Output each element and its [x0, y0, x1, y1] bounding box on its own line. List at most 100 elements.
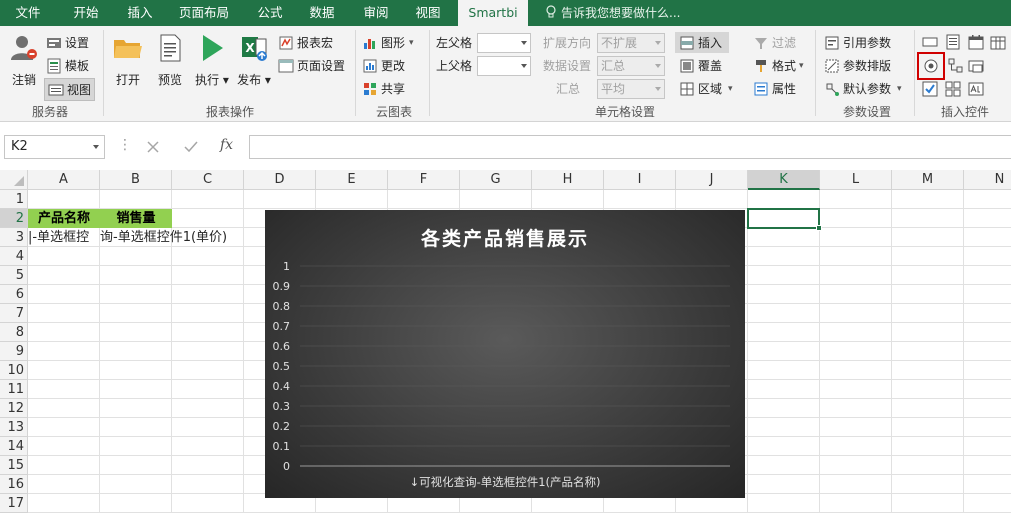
tab-home[interactable]: 开始 — [62, 0, 110, 26]
checkbox-control-icon[interactable] — [922, 81, 938, 97]
column-header-G[interactable]: G — [460, 170, 532, 190]
row-header-11[interactable]: 11 — [0, 380, 28, 399]
selected-cell-K2[interactable] — [747, 208, 822, 231]
logout-button[interactable]: 注销 — [6, 32, 42, 88]
preview-button[interactable]: 预览 — [152, 32, 188, 88]
row-header-3[interactable]: 3 — [0, 228, 28, 247]
column-header-I[interactable]: I — [604, 170, 676, 190]
column-header-E[interactable]: E — [316, 170, 388, 190]
column-header-N[interactable]: N — [964, 170, 1011, 190]
execute-button[interactable]: 执行 ▾ — [194, 32, 230, 88]
ref-param-button[interactable]: 引用参数 — [824, 34, 891, 51]
svg-text:X: X — [245, 41, 255, 55]
row-header-7[interactable]: 7 — [0, 304, 28, 323]
row-header-5[interactable]: 5 — [0, 266, 28, 285]
page-setup-icon — [278, 59, 294, 72]
tab-review[interactable]: 审阅 — [352, 0, 400, 26]
cover-mode-button[interactable]: 覆盖 — [679, 57, 722, 74]
row-header-15[interactable]: 15 — [0, 456, 28, 475]
cell-B3[interactable]: 询-单选框控件1(单价) — [100, 228, 250, 247]
grid-list-control-icon[interactable] — [945, 81, 961, 97]
attribute-button[interactable]: 属性 — [753, 80, 796, 97]
row-header-9[interactable]: 9 — [0, 342, 28, 361]
tab-insert[interactable]: 插入 — [116, 0, 164, 26]
ref-param-icon — [825, 36, 839, 49]
chart[interactable]: 各类产品销售展示 0 0.1 0.2 0.3 0.4 0.5 0.6 0.7 0.8 0.9 1 ↓… — [265, 210, 745, 498]
expand-direction-combo[interactable]: 不扩展 — [597, 33, 665, 53]
left-parent-combo[interactable] — [477, 33, 531, 53]
tell-me-text: 告诉我您想要做什么... — [561, 6, 681, 20]
row-header-16[interactable]: 16 — [0, 475, 28, 494]
tell-me-search[interactable]: 告诉我您想要做什么... — [545, 0, 680, 26]
open-button[interactable]: 打开 — [110, 32, 146, 88]
row-header-6[interactable]: 6 — [0, 285, 28, 304]
insert-mode-button[interactable]: 插入 — [675, 32, 729, 53]
view-button[interactable]: 视图 — [44, 78, 96, 101]
format-button[interactable]: 格式 ▾ — [753, 57, 804, 74]
publish-button[interactable]: X 发布 ▾ — [236, 32, 272, 88]
report-macro-button[interactable]: 报表宏 — [278, 34, 333, 51]
template-button[interactable]: 模板 — [46, 57, 89, 74]
top-parent-combo[interactable] — [477, 56, 531, 76]
cell-B2[interactable]: 销售量 — [100, 209, 172, 228]
tab-page-layout[interactable]: 页面布局 — [172, 0, 236, 26]
row-header-17[interactable]: 17 — [0, 494, 28, 513]
default-param-button[interactable]: 默认参数 ▾ — [824, 80, 902, 97]
data-setting-combo[interactable]: 汇总 — [597, 56, 665, 76]
filter-button[interactable]: 过滤 — [753, 34, 796, 51]
share-button[interactable]: 共享 — [362, 80, 405, 97]
row-header-8[interactable]: 8 — [0, 323, 28, 342]
column-header-C[interactable]: C — [172, 170, 244, 190]
ref-param-label: 引用参数 — [843, 36, 892, 50]
column-header-B[interactable]: B — [100, 170, 172, 190]
chart-button[interactable]: 图形 ▾ — [362, 34, 414, 51]
dropdown-tree-control-icon[interactable] — [968, 58, 984, 74]
column-header-K[interactable]: K — [748, 170, 820, 190]
column-header-H[interactable]: H — [532, 170, 604, 190]
label-control-icon[interactable] — [968, 81, 984, 97]
insert-function-icon[interactable]: fx — [220, 137, 233, 153]
summary-combo[interactable]: 平均 — [597, 79, 665, 99]
tab-smartbi[interactable]: Smartbi — [458, 0, 528, 26]
confirm-icon[interactable] — [184, 140, 198, 154]
tab-view[interactable]: 视图 — [404, 0, 452, 26]
cell-A2[interactable]: 产品名称 — [28, 209, 100, 228]
select-all-corner[interactable] — [0, 170, 28, 190]
row-header-13[interactable]: 13 — [0, 418, 28, 437]
tab-data[interactable]: 数据 — [298, 0, 346, 26]
textbox-control-icon[interactable] — [922, 34, 938, 50]
row-header-12[interactable]: 12 — [0, 399, 28, 418]
tab-file[interactable]: 文件 — [4, 0, 52, 26]
date-control-icon[interactable] — [968, 34, 984, 50]
view-label: 视图 — [67, 83, 92, 97]
column-header-J[interactable]: J — [676, 170, 748, 190]
column-header-F[interactable]: F — [388, 170, 460, 190]
column-header-M[interactable]: M — [892, 170, 964, 190]
row-header-1[interactable]: 1 — [0, 190, 28, 209]
fill-handle[interactable] — [816, 225, 822, 231]
update-button[interactable]: 更改 — [362, 57, 405, 74]
radio-control-highlight[interactable] — [917, 52, 945, 80]
cell-A3[interactable]: |-单选框控 — [28, 228, 100, 247]
page-setup-button[interactable]: 页面设置 — [278, 57, 345, 74]
row-header-14[interactable]: 14 — [0, 437, 28, 456]
column-header-D[interactable]: D — [244, 170, 316, 190]
column-header-A[interactable]: A — [28, 170, 100, 190]
tab-formulas[interactable]: 公式 — [246, 0, 294, 26]
cancel-icon[interactable] — [146, 140, 160, 154]
param-layout-button[interactable]: 参数排版 — [824, 57, 891, 74]
listbox-control-icon[interactable] — [945, 34, 961, 50]
chart-y-tick-label: 1 — [283, 260, 290, 273]
settings-button[interactable]: 设置 — [46, 34, 89, 51]
row-header-10[interactable]: 10 — [0, 361, 28, 380]
column-header-L[interactable]: L — [820, 170, 892, 190]
group-label-controls: 插入控件 — [940, 105, 989, 119]
row-header-2[interactable]: 2 — [0, 209, 28, 228]
area-button[interactable]: 区域 ▾ — [679, 80, 733, 97]
tree-control-icon[interactable] — [948, 58, 964, 74]
formula-input[interactable] — [249, 135, 1011, 159]
row-header-4[interactable]: 4 — [0, 247, 28, 266]
logout-label: 注销 — [11, 73, 36, 87]
name-box[interactable]: K2 — [4, 135, 105, 159]
calendar-control-icon[interactable] — [990, 34, 1006, 50]
